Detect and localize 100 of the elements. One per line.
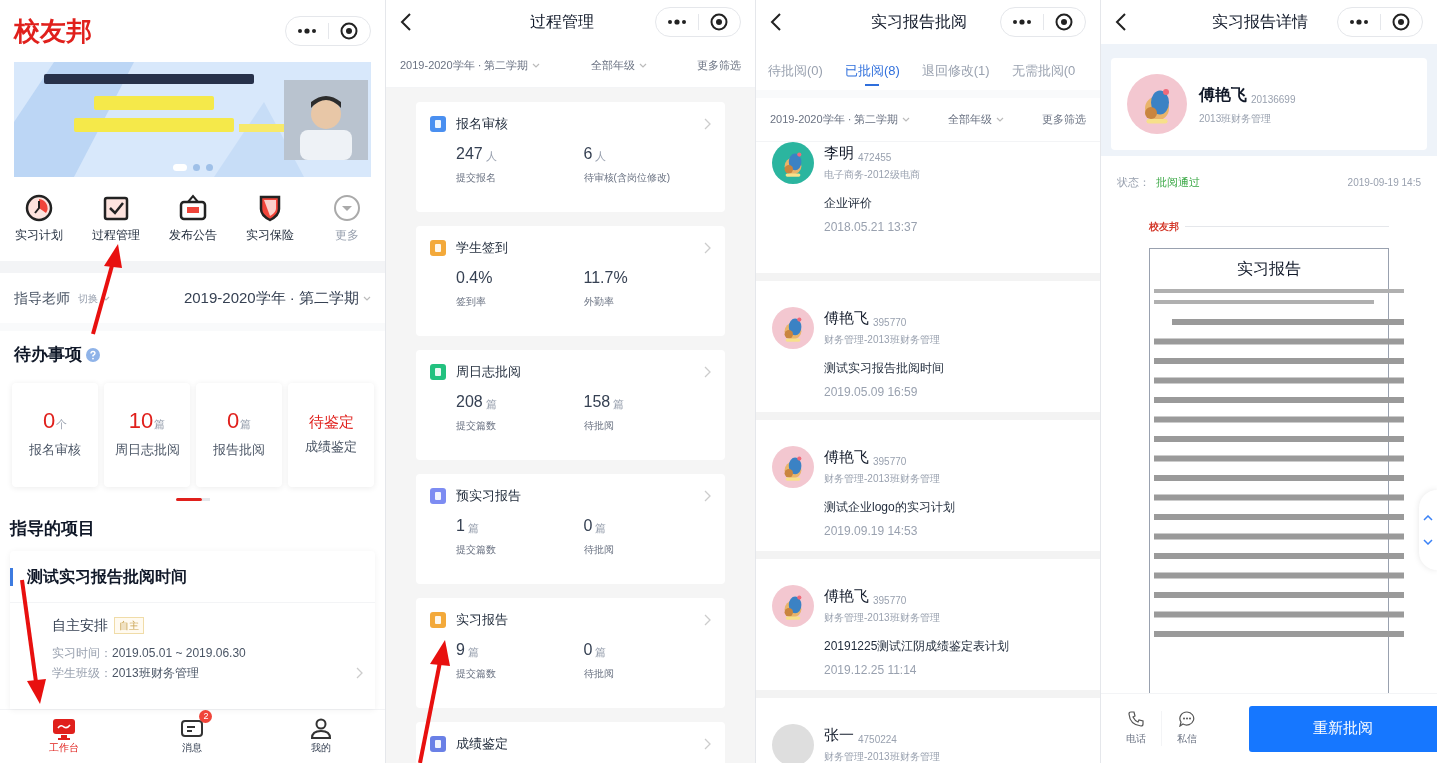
report-title: 企业评价 <box>824 194 873 212</box>
tab-bar-item[interactable]: 2 消息 <box>128 710 257 763</box>
reapprove-button[interactable]: 重新批阅 <box>1249 705 1437 752</box>
document-logo: 校友邦 <box>1149 219 1179 234</box>
section-title: 待办事项 <box>14 344 82 367</box>
shortcut-label[interactable]: 实习计划 <box>14 226 63 244</box>
student-id: 4750224 <box>858 732 897 747</box>
todo-card[interactable]: 10篇 周日志批阅 <box>104 383 190 487</box>
more-icon[interactable] <box>1348 19 1369 25</box>
term-selector[interactable]: 2019-2020学年 · 第二学期 <box>183 286 359 310</box>
stat-value: 158 <box>583 393 611 410</box>
capsule-menu[interactable] <box>1000 7 1086 37</box>
report-item[interactable]: 傅艳飞 395770 财务管理-2013班财务管理 20191225测试江阴成绩鉴定表计划 2019.12.25 11:14 <box>756 559 1100 690</box>
todo-card[interactable]: 0篇 报告批阅 <box>196 383 282 487</box>
student-name: 傅艳飞 <box>1199 84 1247 105</box>
card-title: 实习报告 <box>456 611 508 629</box>
capsule-menu[interactable] <box>285 16 371 46</box>
capsule-menu[interactable] <box>655 7 741 37</box>
todo-label: 报名审核 <box>29 441 81 460</box>
checkbox-icon <box>101 194 130 222</box>
shortcut-label[interactable]: 实习保险 <box>245 226 294 244</box>
stat-unit: 篇 <box>467 522 479 534</box>
todo-card[interactable]: 0个 报名审核 <box>12 383 98 487</box>
action-button[interactable]: 电话 <box>1111 711 1161 746</box>
chevron-right-icon <box>704 489 711 502</box>
module-card[interactable]: 周日志批阅 208 篇 提交篇数 158 篇 待批阅 <box>416 350 725 460</box>
filter-label[interactable]: 2019-2020学年 · 第二学期 <box>770 111 899 128</box>
filter-label[interactable]: 2019-2020学年 · 第二学期 <box>400 57 529 74</box>
message-icon <box>180 718 205 740</box>
module-card[interactable]: 预实习报告 1 篇 提交篇数 0 篇 待批阅 <box>416 474 725 584</box>
module-card[interactable]: 报名审核 247 人 提交报名 6 人 待审核(含岗位修改) <box>416 102 725 212</box>
tab-bar-item[interactable]: 我的 <box>256 710 385 763</box>
page-title: 实习报告详情 <box>1211 12 1309 32</box>
todo-card[interactable]: 待鉴定 成绩鉴定 <box>288 383 374 487</box>
filter-label[interactable]: 全部年级 <box>590 57 635 74</box>
module-card[interactable]: 成绩鉴定 <box>416 722 725 763</box>
target-icon[interactable] <box>340 22 359 40</box>
filter-label[interactable]: 更多筛选 <box>1042 111 1086 128</box>
stat-label: 提交报名 <box>456 170 497 185</box>
filter-label[interactable]: 全部年级 <box>948 111 993 128</box>
capsule-menu[interactable] <box>1337 7 1423 37</box>
signboard-icon <box>177 194 208 222</box>
tab-bar-item[interactable]: 工作台 <box>0 710 129 763</box>
chevron-right-icon <box>356 667 363 679</box>
report-item[interactable]: 李明 472455 电子商务-2012级电商 企业评价 2018.05.21 13:37 <box>756 142 1100 273</box>
tab-label: 工作台 <box>49 741 80 755</box>
caret-icon <box>363 295 371 301</box>
count-value: 0 <box>226 410 240 433</box>
stat-unit: 篇 <box>595 646 607 658</box>
report-time: 2019.09.19 14:53 <box>824 522 919 540</box>
phone-icon <box>1128 711 1144 727</box>
chevron-up-icon[interactable] <box>1423 515 1433 521</box>
stat-value: 0 <box>583 517 593 534</box>
chevron-down-icon[interactable] <box>1423 539 1433 545</box>
report-item[interactable]: 傅艳飞 395770 财务管理-2013班财务管理 测试企业logo的实习计划 2019.09.19 14:53 <box>756 420 1100 551</box>
module-card[interactable]: 实习报告 9 篇 提交篇数 0 篇 待批阅 <box>416 598 725 708</box>
stat-value: 11.7% <box>583 269 628 286</box>
square-icon <box>430 115 446 132</box>
class-text: 2013班财务管理 <box>112 665 199 682</box>
student-name: 傅艳飞 <box>824 586 869 606</box>
report-title: 测试实习报告批阅时间 <box>824 359 944 377</box>
back-icon[interactable] <box>400 12 412 32</box>
square-icon <box>430 611 446 628</box>
student-name: 傅艳飞 <box>824 447 869 467</box>
class-text: 财务管理-2013班财务管理 <box>824 610 941 625</box>
more-icon[interactable] <box>666 19 687 25</box>
more-icon[interactable] <box>1011 19 1032 25</box>
back-icon[interactable] <box>1115 12 1127 32</box>
card-title: 学生签到 <box>456 239 508 257</box>
stat-label: 待批阅 <box>583 418 615 433</box>
app-title: 校友邦 <box>14 14 92 48</box>
back-icon[interactable] <box>770 12 782 32</box>
todo-label: 成绩鉴定 <box>305 437 357 456</box>
more-icon[interactable] <box>296 28 317 34</box>
target-icon[interactable] <box>1055 13 1074 31</box>
project-card[interactable]: 测试实习报告批阅时间 自主安排 自主 实习时间：2019.05.01 ~ 2019.06.30 学生班级：2013班财务管理 <box>10 551 375 709</box>
filter-label[interactable]: 更多筛选 <box>697 57 741 74</box>
stat-unit: 篇 <box>613 398 625 410</box>
action-button[interactable]: 私信 <box>1161 711 1211 746</box>
stat-value: 208 <box>456 393 483 410</box>
field-label: 实习时间： <box>52 645 112 662</box>
stat-label: 待审核(含岗位修改) <box>583 170 672 185</box>
chevron-right-icon <box>704 365 711 378</box>
target-icon[interactable] <box>710 13 729 31</box>
count-unit: 篇 <box>240 416 252 432</box>
stat-value: 247 <box>456 145 483 162</box>
count-unit: 篇 <box>154 416 166 432</box>
report-item[interactable]: 傅艳飞 395770 财务管理-2013班财务管理 测试实习报告批阅时间 2019.05.09 16:59 <box>756 281 1100 412</box>
report-item[interactable]: 张一 4750224 财务管理-2013班财务管理 <box>756 698 1100 763</box>
target-icon[interactable] <box>1392 13 1411 31</box>
shortcut-label[interactable]: 发布公告 <box>168 226 217 244</box>
card-title: 周日志批阅 <box>456 363 521 381</box>
module-card[interactable]: 学生签到 0.4% 签到率 11.7% 外勤率 <box>416 226 725 336</box>
tab[interactable]: 已批阅(8) <box>844 60 900 90</box>
card-title: 成绩鉴定 <box>456 735 508 753</box>
student-id: 395770 <box>873 315 907 330</box>
clock-icon <box>24 194 53 222</box>
status-value: 待鉴定 <box>308 413 354 429</box>
student-id: 395770 <box>873 593 907 608</box>
shortcut-label[interactable]: 过程管理 <box>91 226 140 244</box>
